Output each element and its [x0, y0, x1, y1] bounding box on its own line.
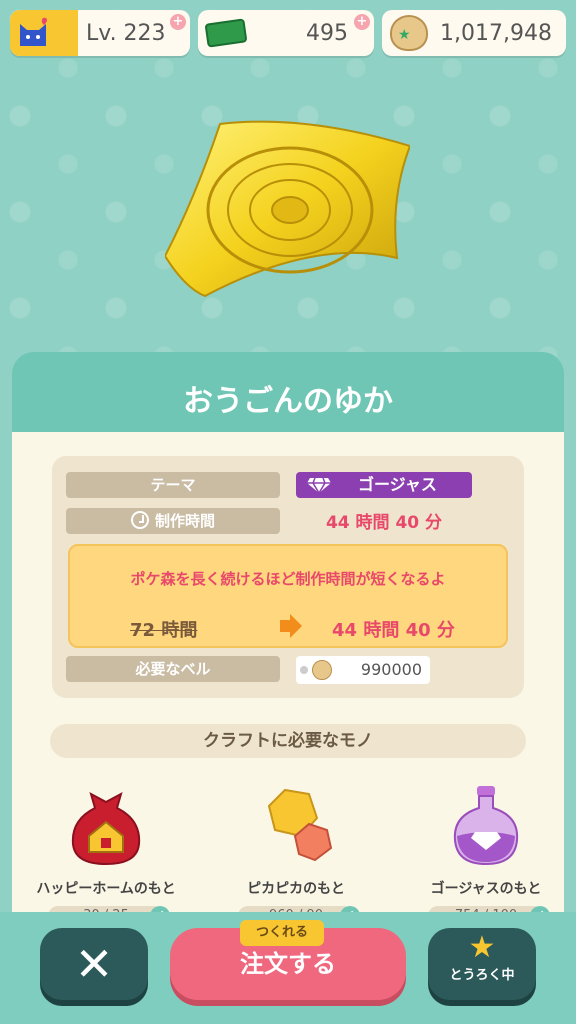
register-label: とうろく中	[449, 968, 515, 983]
craft-materials-header: クラフトに必要なモノ	[50, 724, 526, 758]
bottom-action-bar: ✕ 注文する つくれる ★ とうろく中	[0, 912, 576, 1024]
star-icon: ★	[468, 930, 496, 965]
ticket-plus-icon[interactable]: +	[354, 14, 370, 30]
craft-time-label-pill: 制作時間	[66, 508, 280, 534]
time-reduction-tip: ポケ森を長く続けるほど制作時間が短くなるよ 72 時間 44 時間 40 分	[68, 544, 508, 648]
original-time: 72 時間	[130, 620, 198, 641]
cat-avatar-icon	[20, 17, 47, 46]
material-label: ハッピーホームのもと	[36, 881, 176, 897]
required-bells-amount: 990000	[360, 660, 422, 679]
materials-list: ハッピーホームのもと 30 / 25✓ ピカピカのもと 960 / 90✓	[12, 780, 564, 926]
leaf-ticket-count: 495	[306, 20, 348, 46]
reduced-time: 44 時間 40 分	[332, 620, 455, 641]
close-button[interactable]: ✕	[40, 928, 148, 1000]
level-display[interactable]: Lv. 223 +	[10, 10, 190, 56]
can-craft-badge: つくれる	[240, 920, 324, 946]
register-button[interactable]: ★ とうろく中	[428, 928, 536, 1000]
craft-time-label: 制作時間	[154, 512, 215, 530]
bell-bag-small-icon	[312, 660, 332, 680]
info-box: テーマ ゴージャス 制作時間 44 時間 40 分 ポケ森を長く続けるほど制作時…	[52, 456, 524, 698]
craft-time-value: 44 時間 40 分	[325, 513, 443, 533]
shiny-gem-icon	[267, 788, 333, 862]
arrow-right-icon	[280, 614, 302, 638]
level-plus-icon[interactable]: +	[170, 14, 186, 30]
material-item[interactable]: ピカピカのもと 960 / 90✓	[206, 780, 386, 926]
material-label: ゴージャスのもと	[430, 881, 542, 897]
close-icon: ✕	[74, 937, 114, 991]
item-title: おうごんのゆか	[183, 384, 393, 419]
tip-text: ポケ森を長く続けるほど制作時間が短くなるよ	[130, 570, 446, 588]
bell-radio-dot	[300, 666, 308, 674]
status-bar: Lv. 223 + 495 + 1,017,948	[10, 10, 566, 58]
order-label: 注文する	[240, 950, 336, 978]
level-label: Lv. 223	[86, 20, 166, 46]
golden-floor-image	[165, 120, 410, 298]
leaf-ticket-icon	[204, 18, 248, 48]
theme-label: テーマ	[66, 472, 280, 498]
gem-icon	[307, 477, 331, 494]
theme-value: ゴージャス	[358, 475, 437, 494]
bells-count: 1,017,948	[440, 20, 552, 46]
happy-home-bag-icon	[71, 792, 141, 866]
required-bells-field: 990000	[296, 656, 430, 684]
required-bells-label: 必要なベル	[66, 656, 280, 682]
material-label: ピカピカのもと	[247, 881, 345, 897]
bells-display: 1,017,948	[382, 10, 566, 56]
bell-bag-icon	[390, 15, 428, 51]
clock-icon	[130, 511, 149, 529]
material-item[interactable]: ハッピーホームのもと 30 / 25✓	[16, 780, 196, 926]
gorgeous-potion-icon	[453, 786, 519, 866]
theme-value-badge: ゴージャス	[296, 472, 472, 498]
material-item[interactable]: ゴージャスのもと 754 / 100✓	[396, 780, 576, 926]
leaf-ticket-display[interactable]: 495 +	[198, 10, 374, 56]
panel-body: テーマ ゴージャス 制作時間 44 時間 40 分 ポケ森を長く続けるほど制作時…	[12, 432, 564, 952]
item-detail-panel: おうごんのゆか テーマ ゴージャス 制作時間 44 時間 40 分 ポケ森を長く…	[12, 352, 564, 952]
